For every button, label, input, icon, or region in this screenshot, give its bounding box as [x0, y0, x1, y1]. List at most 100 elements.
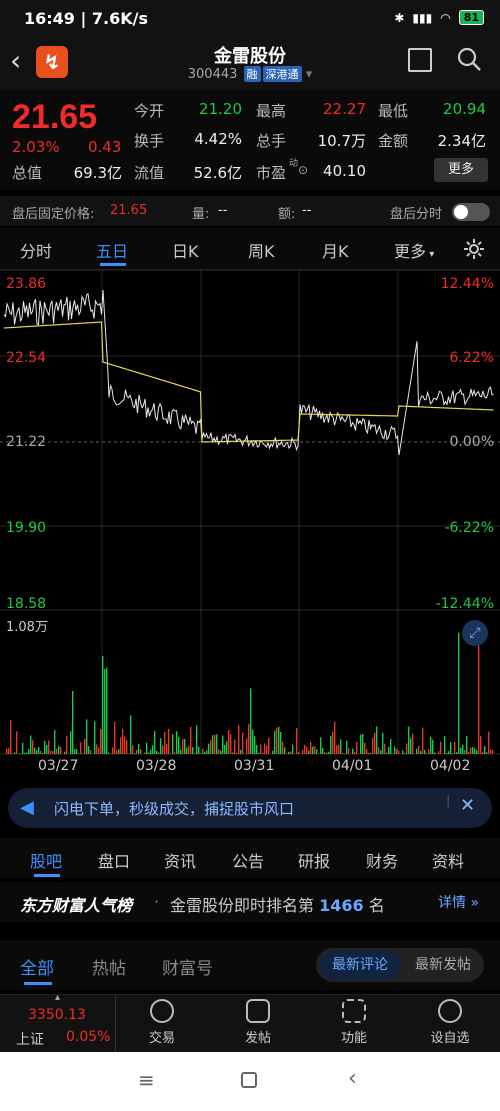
rank-detail-link[interactable]: 详情 » — [438, 892, 479, 912]
tab-monthly-k[interactable]: 月K — [322, 238, 349, 262]
tab-forum[interactable]: 股吧 — [30, 848, 62, 872]
volume-bar — [124, 736, 126, 754]
tab-research[interactable]: 研报 — [298, 848, 330, 872]
tab-profile[interactable]: 资料 — [432, 848, 464, 872]
tab-orderbook[interactable]: 盘口 — [98, 848, 130, 872]
gear-icon[interactable] — [462, 237, 486, 261]
volume-bar — [486, 752, 488, 754]
connect-badge: 深港通 — [262, 66, 302, 82]
volume-bar — [352, 748, 354, 754]
after-hours-toggle[interactable] — [452, 203, 490, 221]
mktcap-label: 总值 — [12, 164, 43, 182]
sort-latest-comment[interactable]: 最新评论 — [319, 951, 401, 979]
volume-bar — [164, 731, 166, 754]
expand-icon[interactable]: ⤢ — [462, 620, 488, 646]
feed-tab-all[interactable]: 全部 — [20, 954, 54, 979]
info-icon[interactable]: ⊙ — [298, 163, 308, 177]
share-icon[interactable] — [408, 48, 432, 72]
volume-bar — [202, 748, 204, 754]
low-label: 最低 — [378, 102, 409, 120]
more-button[interactable]: 更多 — [434, 158, 488, 182]
volume-bar — [304, 744, 306, 754]
tab-news[interactable]: 资讯 — [164, 848, 196, 872]
volume-bar — [146, 742, 148, 754]
volume-bar — [346, 740, 348, 754]
promo-banner[interactable]: ◀ 闪电下单，秒级成交，捕捉股市风口 | ✕ — [8, 788, 492, 828]
volume-bar — [376, 726, 378, 754]
volume-bar — [386, 752, 388, 754]
volume-bar — [260, 744, 262, 754]
tab-finance[interactable]: 财务 — [366, 848, 398, 872]
high-label: 最高 — [256, 102, 287, 120]
tab-five-day[interactable]: 五日 — [96, 238, 128, 262]
volume-bar — [200, 753, 202, 754]
index-ticker[interactable]: ▴ 3350.13 上证 0.05% — [0, 992, 116, 1053]
divider: | — [446, 794, 451, 809]
volume-bar — [450, 742, 452, 754]
volume-bar — [174, 752, 176, 754]
volume-bar — [8, 748, 10, 754]
volume-bar — [234, 739, 236, 754]
volume-bar — [194, 753, 196, 754]
volume-bar — [6, 748, 8, 754]
volume-bar — [204, 751, 206, 754]
nav-functions[interactable]: 功能 — [314, 999, 394, 1046]
popularity-rank[interactable]: 东方财富人气榜 · 金雷股份即时排名第 1466 名 详情 » — [0, 882, 500, 922]
volume-bar — [230, 734, 232, 754]
close-icon[interactable]: ✕ — [460, 795, 475, 816]
back-nav-icon[interactable]: ‹ — [348, 1066, 357, 1091]
volume-bar — [330, 735, 332, 754]
y-right-2: 6.22% — [449, 350, 494, 366]
nav-post[interactable]: 发帖 — [218, 999, 298, 1046]
volume-bar — [466, 736, 468, 754]
volume-bar — [184, 739, 186, 754]
tab-weekly-k[interactable]: 周K — [248, 238, 275, 262]
volume-bar — [388, 746, 390, 754]
volume-bar — [42, 752, 44, 754]
volume-bar — [14, 752, 16, 754]
volume-bar — [412, 733, 414, 754]
nav-watchlist[interactable]: 设自选 — [410, 999, 490, 1046]
menu-icon[interactable]: ≡ — [138, 1068, 155, 1092]
volume-bar — [482, 751, 484, 754]
status-icons: ✱ ▮▮▮ ◠ 81 — [394, 10, 484, 25]
volume-bar — [288, 751, 290, 754]
volume-bar — [314, 746, 316, 754]
volume-bar — [368, 752, 370, 754]
search-icon[interactable] — [456, 46, 482, 72]
volume-bar — [454, 741, 456, 754]
volume-bar — [238, 725, 240, 754]
chevron-down-icon[interactable]: ▾ — [306, 67, 313, 82]
sort-latest-post[interactable]: 最新发帖 — [404, 951, 482, 979]
feed-tab-hot[interactable]: 热帖 — [92, 954, 126, 979]
volume-bar — [292, 744, 294, 754]
promo-text: 闪电下单，秒级成交，捕捉股市风口 — [54, 800, 295, 818]
tab-timeshare[interactable]: 分时 — [20, 238, 52, 262]
amount-label: 金额 — [378, 132, 409, 150]
volume-bar — [362, 734, 364, 754]
nav-functions-label: 功能 — [340, 1031, 367, 1046]
volume-bar — [28, 748, 30, 754]
volume-bar — [354, 752, 356, 754]
home-icon[interactable] — [241, 1072, 257, 1088]
volume-bar — [296, 727, 298, 754]
margin-badge: 融 — [243, 66, 261, 82]
volume-bars — [4, 630, 494, 754]
grid-icon — [342, 999, 366, 1023]
volume-bar — [446, 753, 448, 754]
volume-bar — [120, 737, 122, 754]
nav-trade[interactable]: 交易 — [122, 999, 202, 1046]
volume-bar — [38, 746, 40, 754]
volume-bar — [378, 747, 380, 754]
volume-bar — [130, 715, 132, 754]
volume-bar — [240, 749, 242, 754]
tab-announcements[interactable]: 公告 — [232, 848, 264, 872]
tab-more[interactable]: 更多 ▾ — [394, 238, 434, 262]
volume-bar — [182, 738, 184, 754]
volume-bar — [406, 743, 408, 754]
volume-bar — [434, 752, 436, 754]
volume-bar — [324, 752, 326, 754]
tab-daily-k[interactable]: 日K — [172, 238, 199, 262]
feed-tab-fortune[interactable]: 财富号 — [162, 954, 213, 979]
volume-bar — [24, 752, 26, 754]
